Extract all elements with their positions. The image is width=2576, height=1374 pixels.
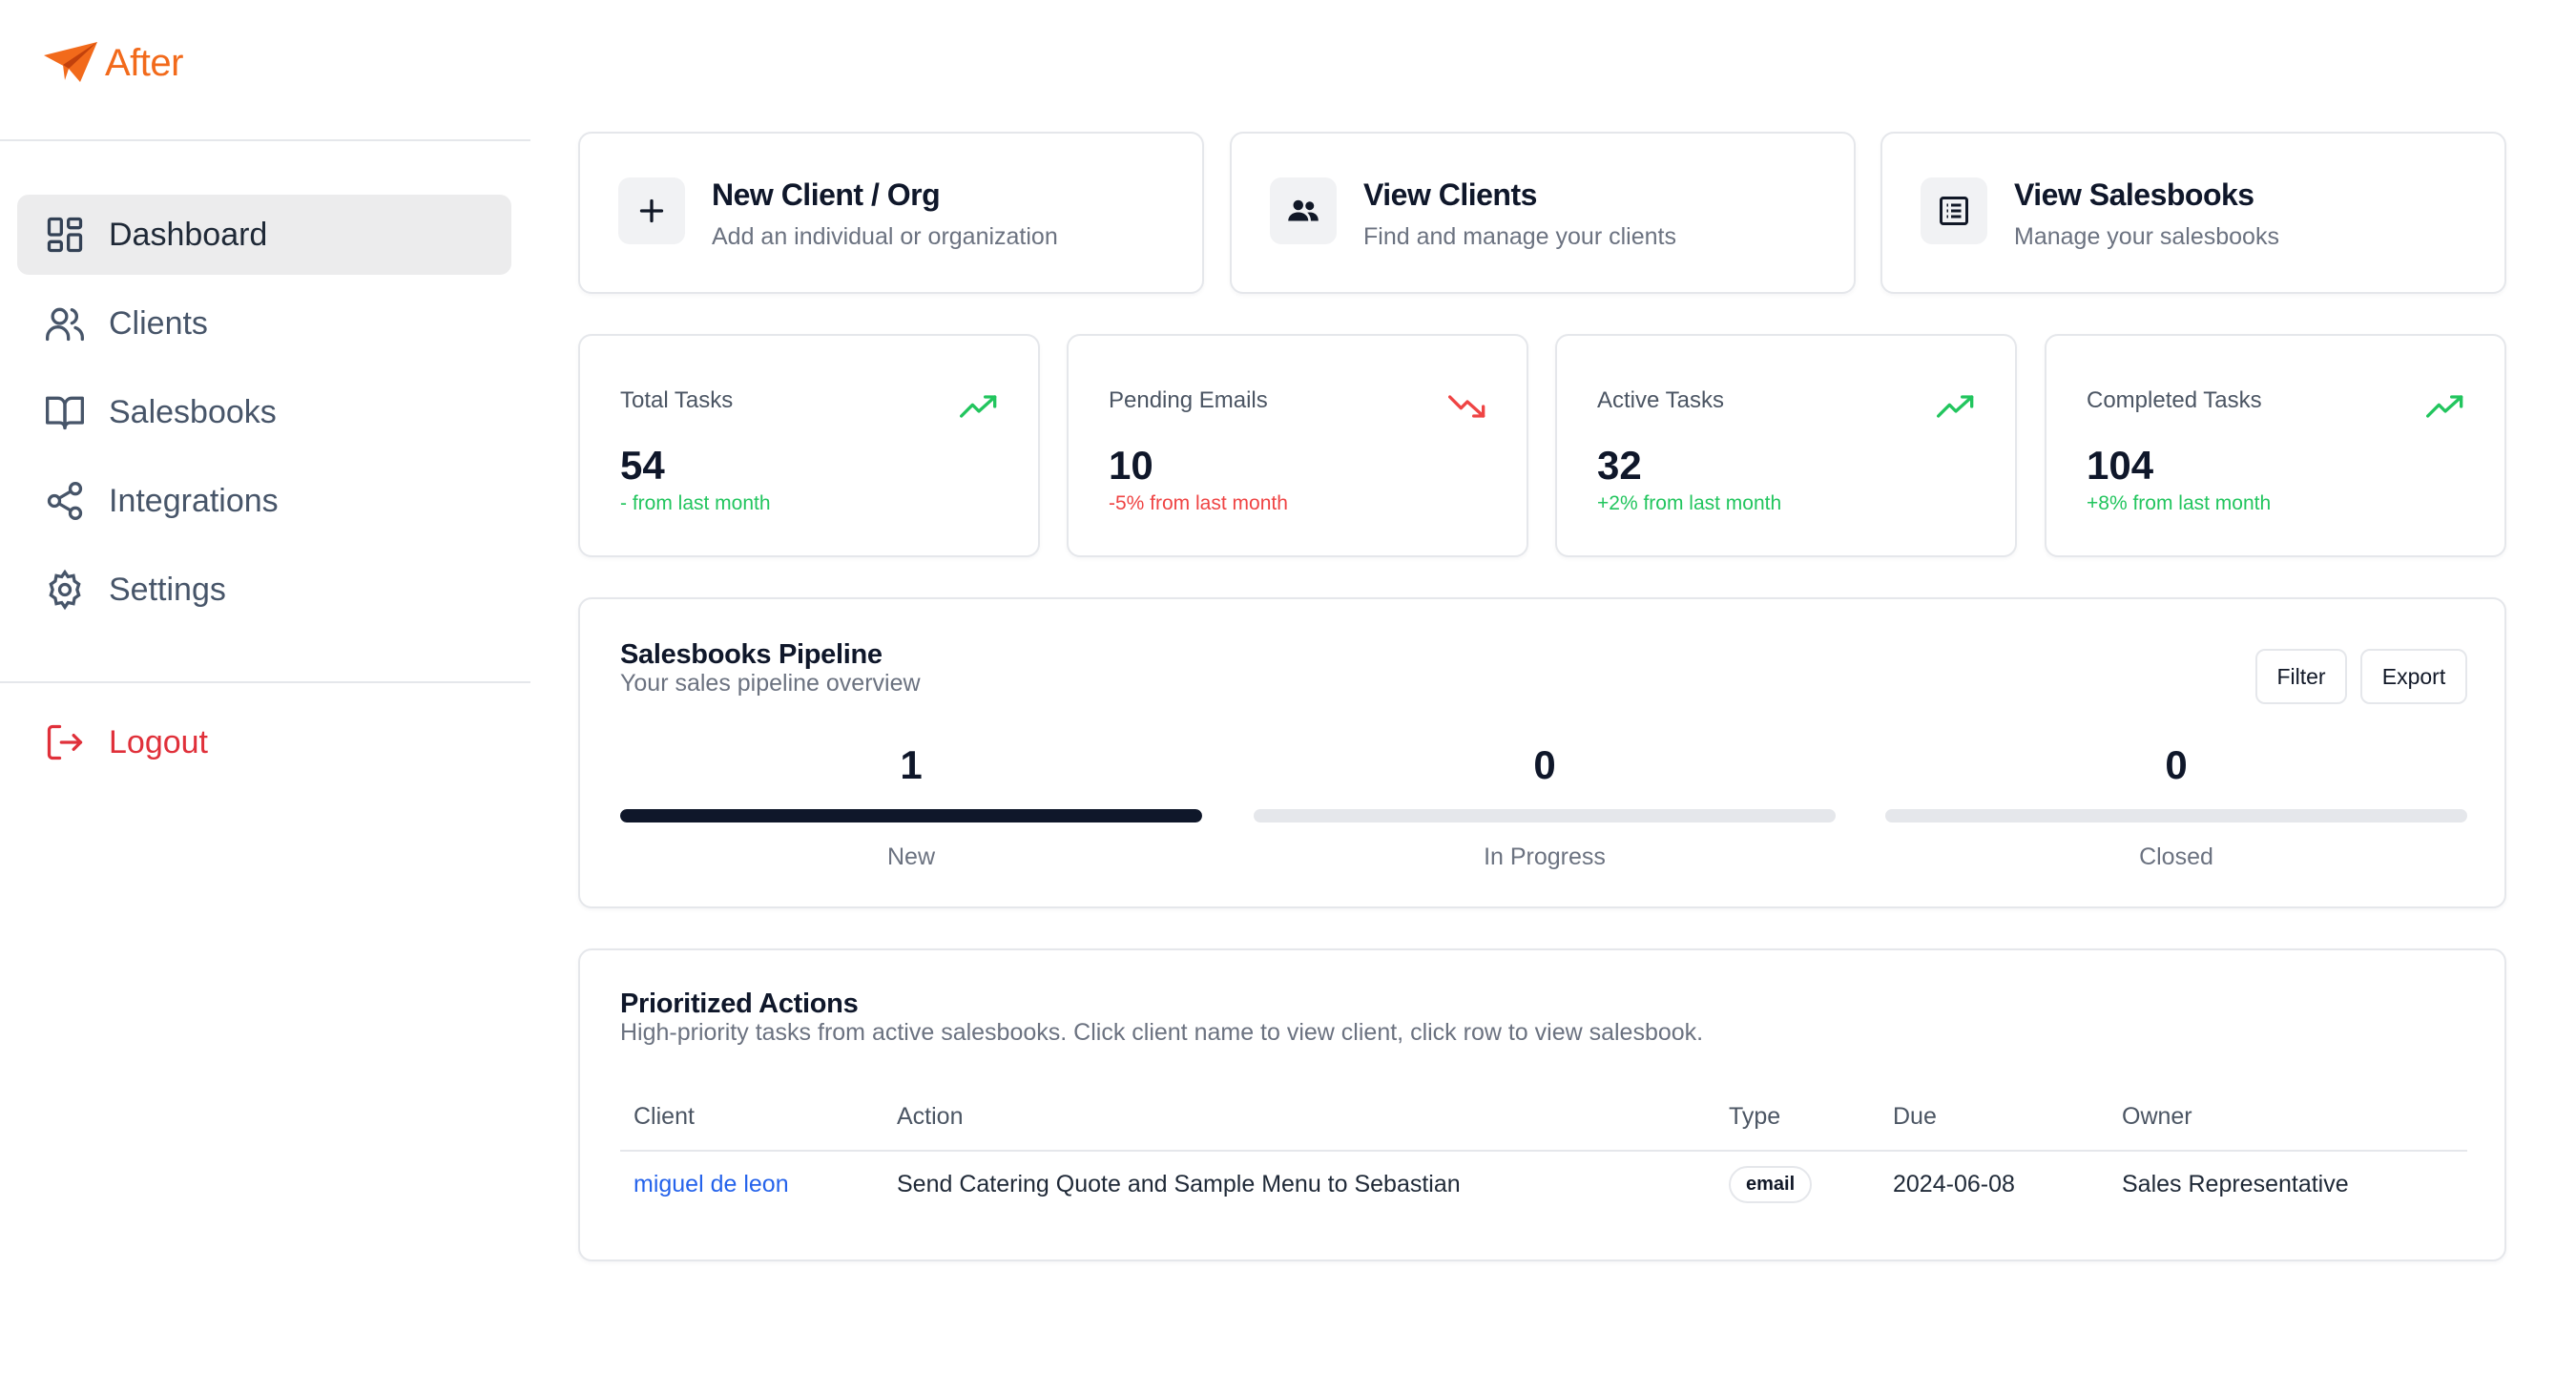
quick-action-subtitle: Manage your salesbooks xyxy=(2014,223,2279,250)
client-link[interactable]: miguel de leon xyxy=(634,1171,789,1197)
column-header-action[interactable]: Action xyxy=(883,1084,1715,1152)
app-root: After Dashboard Clients Salesbooks Integ… xyxy=(0,0,2576,1374)
logout-icon xyxy=(47,724,83,760)
paper-plane-icon xyxy=(44,42,97,82)
stat-label: Completed Tasks xyxy=(2087,387,2262,413)
stage-progress-bar xyxy=(1885,809,2467,822)
column-header-owner[interactable]: Owner xyxy=(2109,1084,2467,1152)
stat-change: +8% from last month xyxy=(2087,492,2272,514)
sidebar-item-integrations[interactable]: Integrations xyxy=(17,461,511,541)
cell-action: Send Catering Quote and Sample Menu to S… xyxy=(897,1171,1461,1197)
export-button[interactable]: Export xyxy=(2360,649,2467,704)
quick-action-view-salesbooks[interactable]: View Salesbooks Manage your salesbooks xyxy=(1880,132,2506,294)
people-icon xyxy=(1270,177,1337,244)
prioritized-subtitle: High-priority tasks from active salesboo… xyxy=(620,1019,1704,1046)
quick-action-subtitle: Add an individual or organization xyxy=(712,223,1058,250)
brand-name: After xyxy=(105,41,183,84)
quick-action-title: New Client / Org xyxy=(712,177,941,212)
stage-label: In Progress xyxy=(1484,843,1606,870)
quick-action-title: View Salesbooks xyxy=(2014,177,2254,212)
dashboard-icon xyxy=(47,217,83,253)
list-icon xyxy=(1921,177,1987,244)
table-row[interactable]: miguel de leon Send Catering Quote and S… xyxy=(620,1151,2467,1218)
cell-due: 2024-06-08 xyxy=(1893,1171,2015,1197)
logout-button[interactable]: Logout xyxy=(17,702,511,782)
stage-progress-bar xyxy=(620,809,1202,822)
pipeline-subtitle: Your sales pipeline overview xyxy=(620,670,921,697)
stage-label: Closed xyxy=(2139,843,2213,870)
prioritized-actions-card: Prioritized Actions High-priority tasks … xyxy=(578,948,2506,1261)
trending-up-icon xyxy=(1937,395,1974,418)
table-header-row: Client Action Type Due Owner xyxy=(620,1084,2467,1152)
share-icon xyxy=(47,482,83,520)
sidebar-item-label: Settings xyxy=(109,571,226,608)
pipeline-stage-in-progress[interactable]: 0 In Progress xyxy=(1254,742,1836,871)
type-badge: email xyxy=(1729,1166,1813,1203)
stat-label: Active Tasks xyxy=(1597,387,1724,413)
stat-label: Pending Emails xyxy=(1109,387,1268,413)
sidebar-divider xyxy=(0,139,530,141)
stage-progress-fill xyxy=(620,809,1202,822)
quick-action-subtitle: Find and manage your clients xyxy=(1363,223,1676,250)
salesbooks-pipeline-card: Salesbooks Pipeline Your sales pipeline … xyxy=(578,597,2506,908)
stat-change: +2% from last month xyxy=(1597,492,1782,514)
stage-count: 1 xyxy=(900,742,923,787)
gear-icon xyxy=(49,569,81,611)
stage-progress-bar xyxy=(1254,809,1836,822)
stat-card-active-tasks: Active Tasks 32 +2% from last month xyxy=(1555,334,2017,557)
sidebar-item-settings[interactable]: Settings xyxy=(17,550,511,630)
brand-logo[interactable]: After xyxy=(42,40,183,86)
stat-card-completed-tasks: Completed Tasks 104 +8% from last month xyxy=(2045,334,2506,557)
trending-down-icon xyxy=(1448,395,1485,418)
column-header-type[interactable]: Type xyxy=(1715,1084,1880,1152)
sidebar-item-salesbooks[interactable]: Salesbooks xyxy=(17,372,511,452)
cell-type: email xyxy=(1715,1151,1880,1218)
stat-label: Total Tasks xyxy=(620,387,734,413)
quick-action-view-clients[interactable]: View Clients Find and manage your client… xyxy=(1230,132,1856,294)
column-header-due[interactable]: Due xyxy=(1880,1084,2109,1152)
stat-value: 54 xyxy=(620,443,665,488)
stage-count: 0 xyxy=(2165,742,2188,787)
sidebar-item-dashboard[interactable]: Dashboard xyxy=(17,195,511,275)
sidebar-item-label: Integrations xyxy=(109,482,279,519)
sidebar-item-label: Dashboard xyxy=(109,216,268,253)
stat-change: - from last month xyxy=(620,492,771,514)
users-icon xyxy=(46,307,84,342)
prioritized-actions-table: Client Action Type Due Owner miguel de l… xyxy=(620,1084,2467,1218)
stage-count: 0 xyxy=(1533,742,1556,787)
sidebar-item-label: Salesbooks xyxy=(109,393,277,430)
sidebar-item-clients[interactable]: Clients xyxy=(17,283,511,364)
stat-change: -5% from last month xyxy=(1109,492,1288,514)
trending-up-icon xyxy=(960,395,997,418)
stage-label: New xyxy=(886,843,935,870)
trending-up-icon xyxy=(2426,395,2463,418)
column-header-client[interactable]: Client xyxy=(620,1084,883,1152)
plus-icon xyxy=(618,177,685,244)
filter-button[interactable]: Filter xyxy=(2255,649,2347,704)
stat-value: 32 xyxy=(1597,443,1642,488)
prioritized-title: Prioritized Actions xyxy=(620,989,859,1019)
sidebar: After Dashboard Clients Salesbooks Integ… xyxy=(0,0,530,1374)
logout-label: Logout xyxy=(109,723,208,760)
stat-card-pending-emails: Pending Emails 10 -5% from last month xyxy=(1067,334,1528,557)
quick-action-new-client[interactable]: New Client / Org Add an individual or or… xyxy=(578,132,1204,294)
book-icon xyxy=(46,396,84,430)
cell-client: miguel de leon xyxy=(620,1151,883,1218)
sidebar-item-label: Clients xyxy=(109,304,208,342)
pipeline-title: Salesbooks Pipeline xyxy=(620,639,883,670)
pipeline-stage-closed[interactable]: 0 Closed xyxy=(1885,742,2467,871)
stat-value: 104 xyxy=(2087,443,2154,488)
sidebar-divider xyxy=(0,681,530,683)
quick-action-title: View Clients xyxy=(1363,177,1537,212)
stat-value: 10 xyxy=(1109,443,1153,488)
pipeline-stage-new[interactable]: 1 New xyxy=(620,742,1202,871)
cell-owner: Sales Representative xyxy=(2122,1171,2349,1197)
stat-card-total-tasks: Total Tasks 54 - from last month xyxy=(578,334,1040,557)
